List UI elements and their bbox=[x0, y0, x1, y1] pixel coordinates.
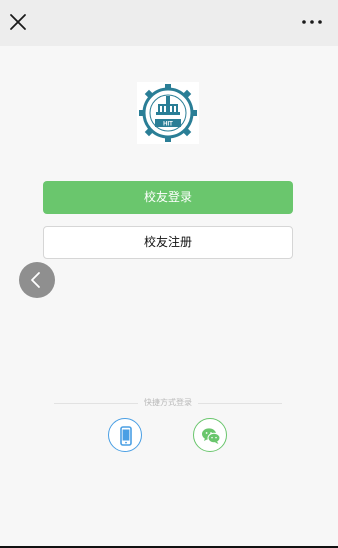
university-logo: HIT bbox=[137, 82, 199, 144]
divider-right bbox=[198, 403, 282, 404]
phone-icon bbox=[120, 426, 132, 446]
alumni-login-button[interactable]: 校友登录 bbox=[43, 181, 293, 214]
wechat-icon bbox=[202, 428, 221, 444]
close-icon[interactable] bbox=[7, 11, 29, 33]
chevron-left-icon bbox=[31, 272, 40, 288]
more-icon[interactable] bbox=[300, 12, 324, 32]
phone-login-button[interactable] bbox=[108, 418, 142, 452]
quick-login-label: 快捷方式登录 bbox=[144, 398, 192, 407]
divider-left bbox=[54, 403, 138, 404]
back-button[interactable] bbox=[19, 262, 55, 298]
svg-text:HIT: HIT bbox=[163, 122, 173, 128]
top-bar bbox=[0, 0, 338, 46]
wechat-login-button[interactable] bbox=[193, 418, 227, 452]
alumni-register-button[interactable]: 校友注册 bbox=[43, 226, 293, 259]
